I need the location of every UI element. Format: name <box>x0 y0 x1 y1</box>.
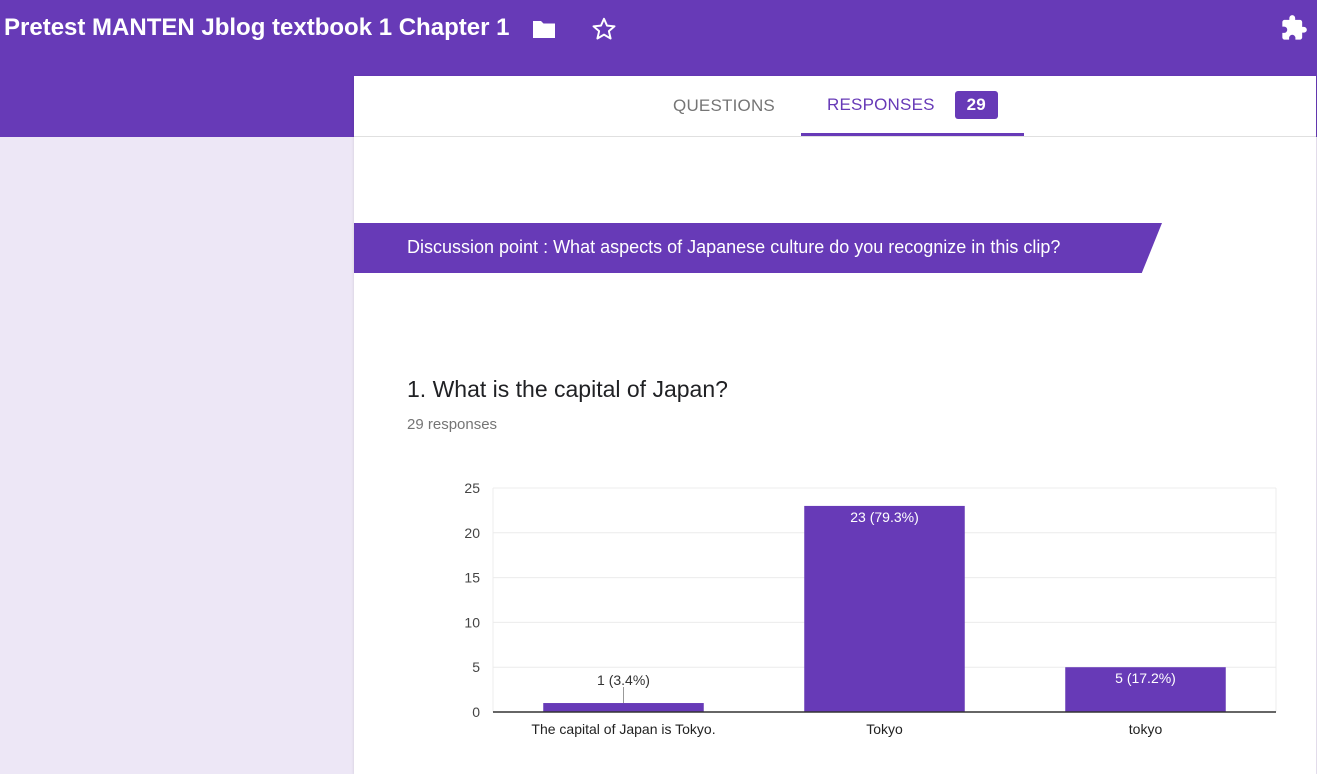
data-label: 23 (79.3%) <box>850 509 918 525</box>
y-tick-label: 20 <box>464 525 480 541</box>
star-icon[interactable] <box>589 14 619 44</box>
y-tick-label: 10 <box>464 614 480 630</box>
bar <box>543 703 704 712</box>
y-tick-label: 25 <box>464 480 480 496</box>
y-tick-label: 0 <box>472 704 480 720</box>
bar <box>804 505 965 712</box>
data-label: 1 (3.4%) <box>597 672 650 688</box>
puzzle-icon[interactable] <box>1279 13 1309 43</box>
x-category-label: Tokyo <box>866 721 903 737</box>
form-title[interactable]: Pretest MANTEN Jblog textbook 1 Chapter … <box>4 14 509 42</box>
y-tick-label: 5 <box>472 659 480 675</box>
bar-chart: 0 5 10 15 20 25 1 (3.4%) The capital of Japan i… <box>464 480 1277 737</box>
y-tick-label: 15 <box>464 570 480 586</box>
folder-icon[interactable] <box>529 14 559 44</box>
x-category-label: The capital of Japan is Tokyo. <box>531 721 715 737</box>
data-label: 5 (17.2%) <box>1115 670 1176 686</box>
responses-card: QUESTIONS RESPONSES 29 Discussion point … <box>354 76 1316 774</box>
x-category-label: tokyo <box>1129 721 1163 737</box>
